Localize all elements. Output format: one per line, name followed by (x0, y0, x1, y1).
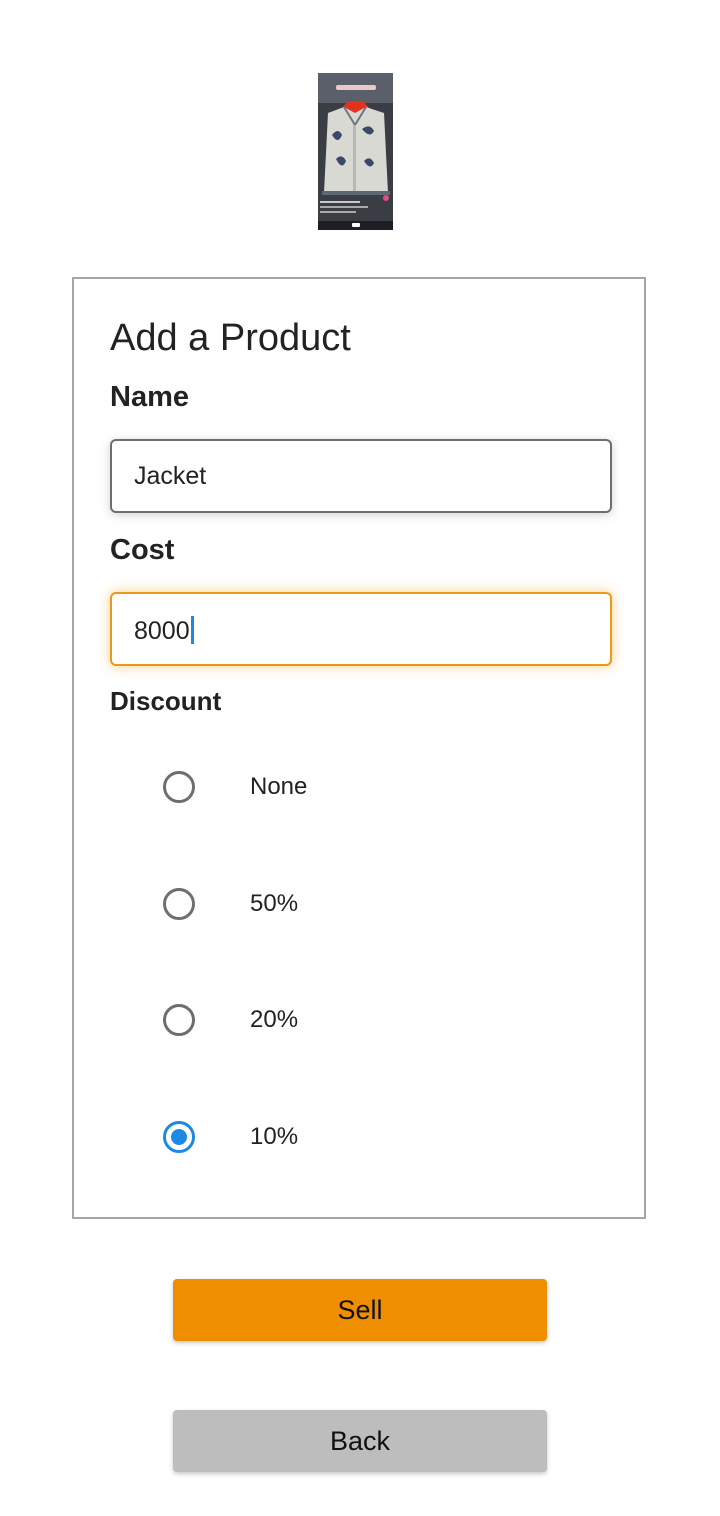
radio-button-selected[interactable] (163, 1121, 195, 1153)
cost-label: Cost (110, 534, 175, 566)
cost-input[interactable]: 8000 (110, 592, 612, 666)
sell-button[interactable]: Sell (173, 1279, 547, 1341)
radio-button[interactable] (163, 1004, 195, 1036)
radio-button[interactable] (163, 771, 195, 803)
discount-option-50[interactable]: 50% (110, 864, 612, 944)
discount-option-label: None (250, 773, 308, 800)
name-input[interactable] (110, 439, 612, 513)
name-label: Name (110, 381, 189, 413)
discount-option-label: 50% (250, 890, 299, 917)
discount-option-20[interactable]: 20% (110, 980, 612, 1060)
discount-label: Discount (110, 686, 222, 716)
text-cursor (190, 616, 194, 645)
radio-button[interactable] (163, 888, 195, 920)
cost-input-value: 8000 (134, 617, 190, 645)
back-button[interactable]: Back (173, 1410, 547, 1472)
discount-option-none[interactable]: None (110, 747, 612, 827)
form-title: Add a Product (110, 317, 351, 359)
discount-option-10[interactable]: 10% (110, 1097, 612, 1177)
jacket-photo-icon (318, 73, 393, 230)
product-image (318, 73, 393, 230)
add-product-form: Add a Product Name Cost 8000 Discount No… (72, 277, 646, 1219)
discount-option-label: 20% (250, 1006, 299, 1033)
discount-option-label: 10% (250, 1123, 299, 1150)
